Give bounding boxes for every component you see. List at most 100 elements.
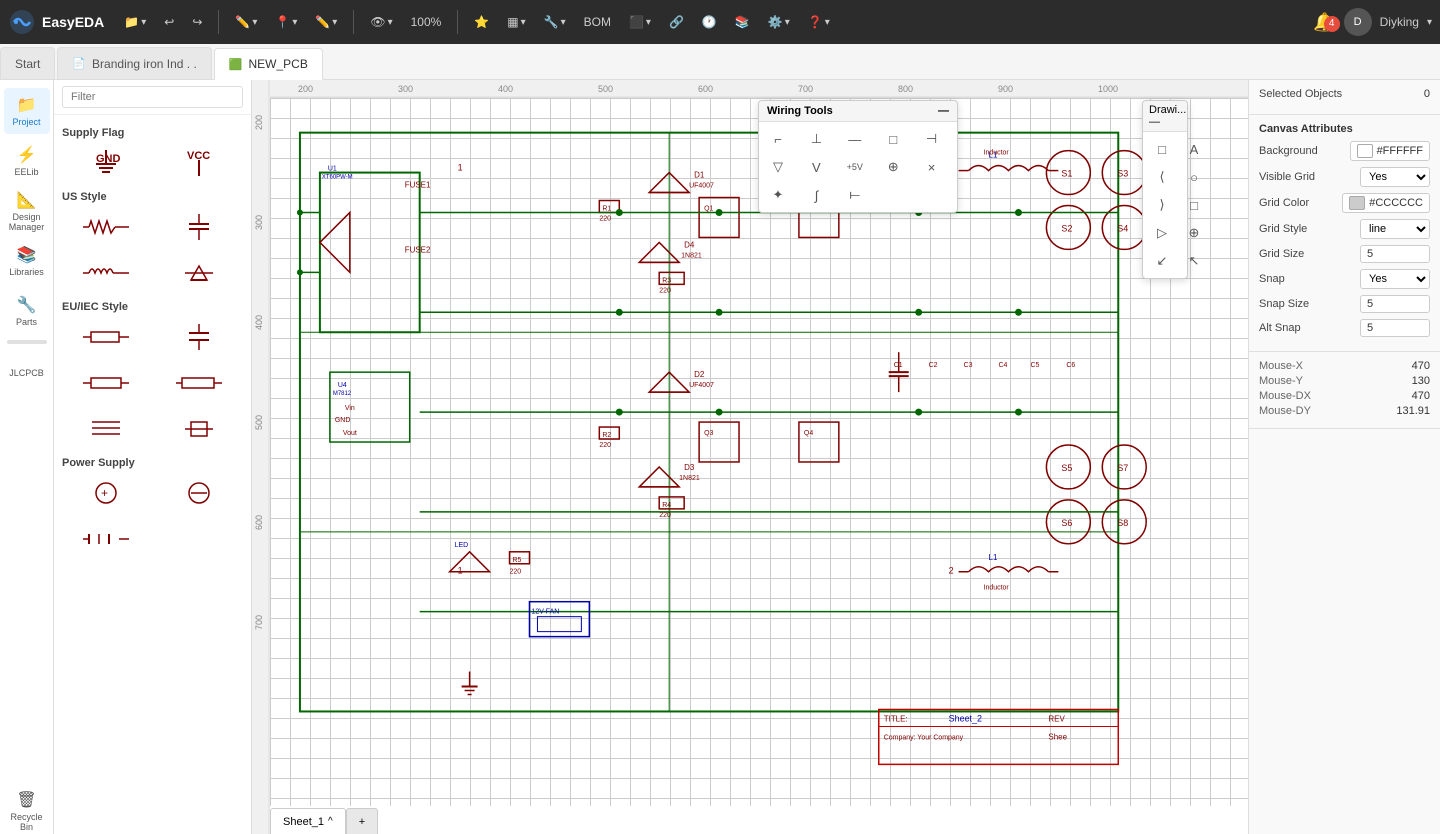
redo-btn[interactable]: ↪ [186, 11, 208, 33]
wt-gnd-btn[interactable]: V [801, 154, 831, 180]
wt-netlabel-btn[interactable]: □ [878, 126, 908, 152]
wiring-tools-minimize[interactable]: — [938, 105, 949, 117]
wt-busentry-btn[interactable]: ⊣ [917, 126, 947, 152]
zoom-menu-btn[interactable]: 100% [405, 11, 448, 33]
filter-area [54, 80, 251, 115]
wt-wire-btn[interactable]: ⌐ [763, 126, 793, 152]
wiring-tools-header[interactable]: Wiring Tools — [759, 101, 957, 122]
alt-snap-number: 5 [1367, 322, 1373, 334]
fuse-eu[interactable] [62, 363, 150, 403]
grid-color-value[interactable]: #CCCCCC [1342, 193, 1430, 213]
sep2 [353, 10, 354, 34]
undo-btn[interactable]: ↩ [158, 11, 180, 33]
svg-text:M7812: M7812 [333, 391, 352, 397]
dt-arrow-btn[interactable]: ▷ [1147, 220, 1177, 246]
dt-polygon-btn[interactable]: ⟨ [1147, 164, 1177, 190]
snap-select[interactable]: Yes No [1360, 269, 1430, 289]
nav-item-parts[interactable]: 🔧 Parts [4, 288, 50, 334]
nav-item-recycle[interactable]: 🗑 Recycle Bin [4, 788, 50, 834]
wt-delete-btn[interactable]: × [917, 154, 947, 180]
star-btn[interactable]: ⭐ [468, 11, 495, 33]
nav-item-eelib[interactable]: ⚡ EELib [4, 138, 50, 184]
snap-size-value[interactable]: 5 [1360, 295, 1430, 313]
battery-symbol: + [88, 477, 124, 509]
wt-probe-btn[interactable]: ✦ [763, 182, 793, 208]
capacitor-us[interactable] [156, 207, 244, 247]
dt-text-btn[interactable]: A [1179, 136, 1209, 162]
mouse-dy-label: Mouse-DY [1259, 405, 1311, 417]
svg-text:220: 220 [510, 569, 522, 576]
inductor-eu[interactable] [156, 363, 244, 403]
svg-text:Q1: Q1 [704, 205, 713, 212]
battery-component[interactable]: + [62, 473, 150, 513]
tools-menu-btn[interactable]: 🔧 ▾ [538, 11, 572, 33]
draw-menu-btn[interactable]: ✏️ ▾ [229, 11, 263, 33]
tab-start[interactable]: Start [0, 47, 55, 79]
alt-snap-value[interactable]: 5 [1360, 319, 1430, 337]
resistor-us[interactable] [62, 207, 150, 247]
capacitor-eu[interactable] [156, 317, 244, 357]
share-btn[interactable]: 🔗 [663, 11, 690, 33]
svg-text:600: 600 [254, 515, 264, 530]
zener-us[interactable] [156, 253, 244, 293]
layers-btn[interactable]: 📚 [729, 11, 756, 33]
nav-item-design-manager[interactable]: 📐 Design Manager [4, 188, 50, 234]
wt-power-btn[interactable]: ⊕ [878, 154, 908, 180]
edit-menu-btn[interactable]: ✏️ ▾ [309, 11, 343, 33]
gnd-component[interactable]: GND [62, 143, 150, 183]
tab-branding[interactable]: 📄 Branding iron Ind . . [57, 47, 211, 79]
wt-vcc2-btn[interactable]: +5V [840, 154, 870, 180]
nav-item-libraries[interactable]: 📚 Libraries [4, 238, 50, 284]
svg-text:D1: D1 [694, 171, 705, 180]
place-menu-btn[interactable]: 📍 ▾ [269, 11, 303, 33]
nav-item-jlcpcb[interactable]: JLCPCB [4, 350, 50, 396]
wt-vcc-btn[interactable]: ▽ [763, 154, 793, 180]
settings-menu-btn[interactable]: ⚙️ ▾ [762, 11, 796, 33]
file-menu-btn[interactable]: 📁 ▾ [118, 11, 152, 33]
export-btn[interactable]: ⬛ ▾ [623, 11, 657, 33]
dt-rect-btn[interactable]: □ [1147, 136, 1177, 162]
svg-text:700: 700 [798, 84, 813, 94]
ac-source-component[interactable] [62, 519, 150, 559]
dt-hand-btn[interactable]: ↙ [1147, 248, 1177, 274]
drawing-tools-header[interactable]: Drawi... — [1143, 101, 1187, 132]
dt-arc-btn[interactable]: ⟩ [1147, 192, 1177, 218]
grid-size-value[interactable]: 5 [1360, 245, 1430, 263]
resistor-eu[interactable] [62, 317, 150, 357]
visible-grid-select[interactable]: Yes No [1360, 167, 1430, 187]
dt-cross-btn[interactable]: ⊕ [1179, 220, 1209, 246]
help-menu-btn[interactable]: ❓ ▾ [802, 11, 836, 33]
vcc-component[interactable]: VCC [156, 143, 244, 183]
diode-eu[interactable] [156, 409, 244, 449]
bom-btn[interactable]: BOM [578, 11, 617, 33]
avatar-button[interactable]: D [1344, 8, 1372, 36]
dt-pin-btn[interactable]: ↖ [1179, 248, 1209, 274]
canvas-area[interactable]: 200 300 400 500 600 700 800 900 1000 200… [252, 80, 1248, 834]
wt-noconn-btn[interactable]: ∫ [801, 182, 831, 208]
history-btn[interactable]: 🕐 [696, 11, 723, 33]
background-value[interactable]: #FFFFFF [1350, 141, 1430, 161]
view-menu-btn[interactable]: 👁 ▾ [364, 11, 398, 33]
dc-source-symbol [181, 477, 217, 509]
grid-menu-btn[interactable]: ▦ ▾ [501, 11, 531, 33]
dt-circle-btn[interactable]: ○ [1179, 164, 1209, 190]
wt-bus-btn[interactable]: ⊥ [801, 126, 831, 152]
sheet-tab-1[interactable]: Sheet_1 ^ [270, 808, 346, 834]
sheet-tab-add[interactable]: + [346, 808, 378, 834]
dt-image-btn[interactable]: □ [1179, 192, 1209, 218]
user-dropdown-arrow[interactable]: ▾ [1427, 17, 1432, 28]
sheet-tab-1-arrow[interactable]: ^ [328, 816, 333, 827]
dc-source-component[interactable] [156, 473, 244, 513]
wt-junction-btn[interactable]: — [840, 126, 870, 152]
tab-new-pcb[interactable]: 🟩 NEW_PCB [214, 48, 323, 80]
design-manager-icon: 📐 [17, 190, 37, 210]
grid-style-select[interactable]: line dot [1360, 219, 1430, 239]
nav-item-project[interactable]: 📁 Project [4, 88, 50, 134]
filter-input[interactable] [62, 86, 243, 108]
drawing-tools-minimize[interactable]: — [1149, 116, 1160, 128]
inductor-us[interactable] [62, 253, 150, 293]
app-logo[interactable]: EasyEDA [8, 8, 104, 36]
wt-port-btn[interactable]: ⟝ [840, 182, 870, 208]
xfmr-eu[interactable] [62, 409, 150, 449]
notification-wrap[interactable]: 🔔 4 [1313, 12, 1335, 33]
